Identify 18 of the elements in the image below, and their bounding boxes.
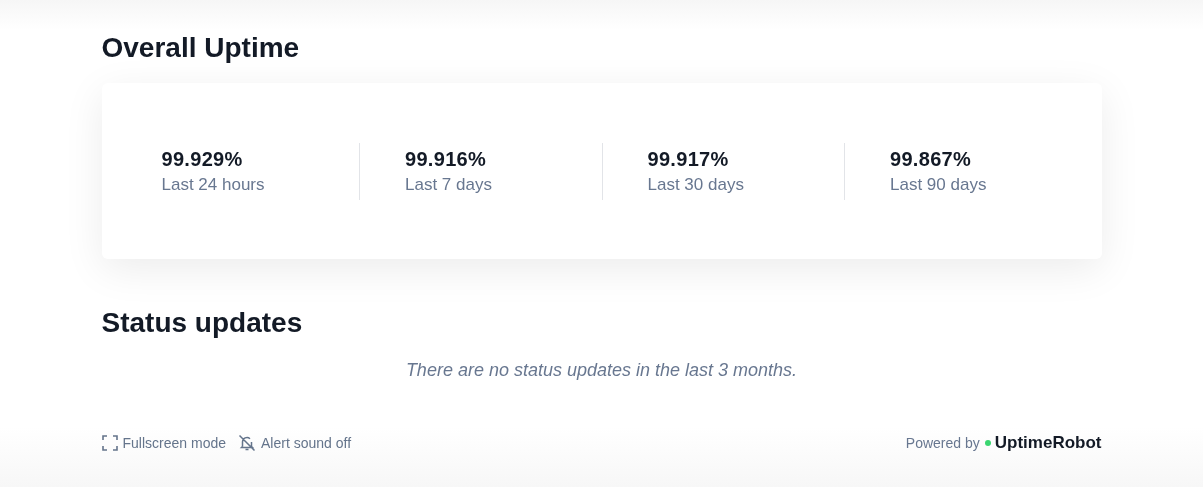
brand-link[interactable]: UptimeRobot <box>984 433 1102 453</box>
uptime-value: 99.917% <box>647 147 730 171</box>
uptime-period: Last 24 hours <box>161 174 266 195</box>
section-title: Overall Uptime <box>101 31 301 65</box>
uptime-value: 99.867% <box>890 147 973 171</box>
fullscreen-button[interactable]: Fullscreen mode <box>101 434 226 452</box>
uptime-value: 99.929% <box>161 147 244 171</box>
section-title: Status updates <box>101 306 304 340</box>
fullscreen-icon <box>101 435 118 451</box>
uptime-period: Last 90 days <box>890 174 988 195</box>
alert-sound-button[interactable]: Alert sound off <box>238 434 352 452</box>
uptime-period: Last 7 days <box>405 174 493 195</box>
uptime-period: Last 30 days <box>647 174 745 195</box>
empty-message: There are no status updates in the last 3 months. <box>404 360 799 381</box>
uptime-value: 99.916% <box>405 147 488 171</box>
status-dot-icon <box>984 440 991 446</box>
bell-off-icon <box>238 434 256 452</box>
powered-by-label: Powered by <box>905 435 980 451</box>
